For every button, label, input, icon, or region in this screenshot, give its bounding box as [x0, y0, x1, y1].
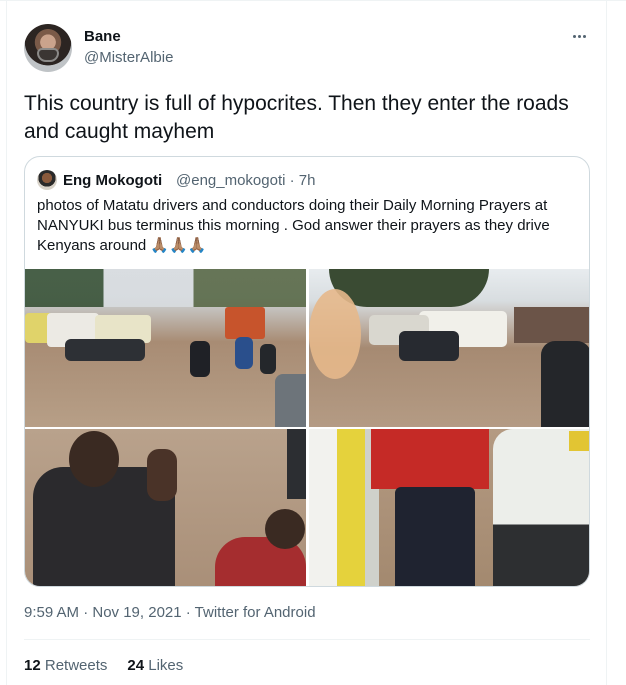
quoted-photo-1[interactable] [25, 269, 306, 427]
author-avatar[interactable] [24, 24, 72, 72]
quoted-photo-2[interactable] [309, 269, 589, 427]
likes-count: 24 [127, 657, 145, 674]
right-divider [606, 0, 607, 685]
quoted-tweet[interactable]: Eng Mokogoti @eng_mokogoti · 7h photos o… [24, 156, 590, 587]
quoted-avatar[interactable] [37, 170, 57, 190]
avatar-mask [37, 48, 59, 62]
divider [24, 639, 590, 640]
top-divider [0, 0, 626, 1]
more-options-icon[interactable] [568, 26, 590, 46]
author-handle[interactable]: @MisterAlbie [84, 49, 173, 66]
quoted-author-handle[interactable]: @eng_mokogoti · 7h [176, 172, 315, 189]
quoted-photo-3[interactable] [25, 429, 306, 586]
likes-stat[interactable]: 24 Likes [127, 657, 183, 674]
left-divider [6, 0, 7, 685]
author-name[interactable]: Bane [84, 28, 121, 45]
likes-label: Likes [148, 657, 184, 674]
retweets-count: 12 [24, 657, 41, 674]
quoted-photo-4[interactable] [309, 429, 589, 586]
tweet-text: This country is full of hypocrites. Then… [24, 92, 569, 143]
quoted-author-name[interactable]: Eng Mokogoti [63, 172, 162, 189]
retweets-label: Retweets [44, 657, 108, 674]
retweets-stat[interactable]: 12 Retweets [24, 657, 107, 674]
quoted-text: photos of Matatu drivers and conductors … [37, 197, 550, 254]
tweet-metadata[interactable]: 9:59 AM · Nov 19, 2021 · Twitter for And… [24, 604, 316, 621]
tweet-stats: 12 Retweets 24 Likes [24, 657, 183, 674]
